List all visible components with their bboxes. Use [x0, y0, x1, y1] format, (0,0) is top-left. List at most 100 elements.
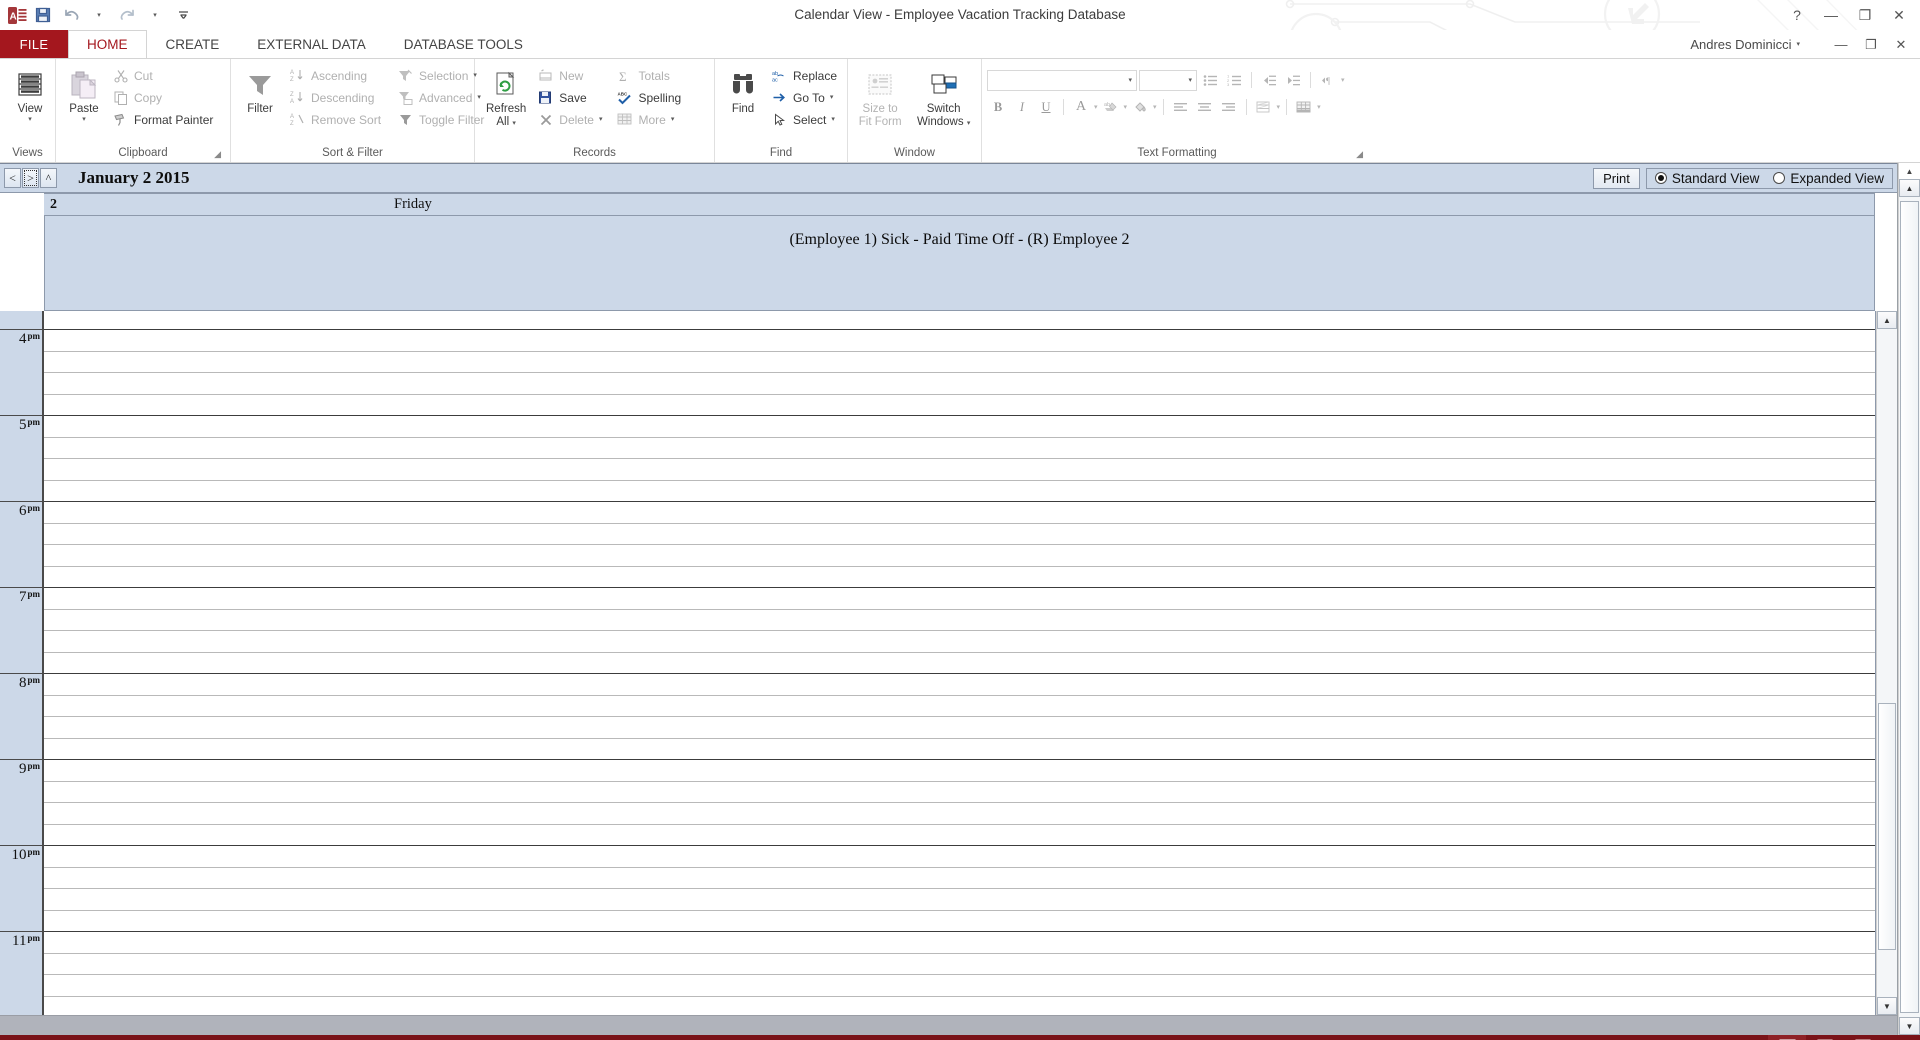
appointment-column[interactable]: [44, 311, 1876, 1015]
increase-indent-icon[interactable]: [1282, 69, 1304, 91]
more-button[interactable]: More ▾: [611, 109, 686, 130]
select-button[interactable]: Select ▾: [766, 109, 842, 130]
appointment-slot[interactable]: [44, 931, 1875, 1015]
form-view-button[interactable]: [1768, 1035, 1806, 1040]
scroll-up-arrow-icon[interactable]: ▲: [1877, 311, 1897, 329]
close-icon[interactable]: ✕: [1882, 2, 1916, 28]
align-center-icon[interactable]: [1194, 96, 1216, 118]
appointment-slot[interactable]: [44, 329, 1875, 415]
standard-view-option[interactable]: Standard View: [1655, 171, 1760, 186]
prev-day-button[interactable]: <: [4, 168, 21, 188]
horizontal-scrollbar[interactable]: [0, 1015, 1897, 1035]
tab-external-data[interactable]: EXTERNAL DATA: [238, 30, 385, 58]
text-highlight-icon[interactable]: ab: [1100, 96, 1122, 118]
appointment-subslot[interactable]: [44, 566, 1875, 588]
alternate-row-color-icon[interactable]: [1253, 96, 1275, 118]
alternate-row-color-caret-icon[interactable]: ▾: [1277, 104, 1281, 111]
view-button[interactable]: View ▾: [5, 64, 55, 126]
switch-windows-caret-icon[interactable]: ▾: [967, 120, 971, 127]
remove-sort-button[interactable]: AZ Remove Sort: [284, 109, 386, 130]
appointment-subslot[interactable]: [44, 652, 1875, 674]
view-caret-icon[interactable]: ▾: [28, 116, 32, 123]
filter-button[interactable]: Filter: [236, 64, 284, 119]
tab-database-tools[interactable]: DATABASE TOOLS: [385, 30, 542, 58]
background-color-caret-icon[interactable]: ▾: [1153, 104, 1157, 111]
delete-caret-icon[interactable]: ▾: [599, 116, 603, 123]
appointment-subslot[interactable]: [44, 630, 1875, 652]
design-view-button[interactable]: [1882, 1035, 1920, 1040]
paste-button[interactable]: Paste ▾: [61, 64, 107, 126]
tab-file[interactable]: FILE: [0, 30, 68, 58]
appointment-subslot[interactable]: [44, 888, 1875, 910]
appointment-subslot[interactable]: [44, 372, 1875, 394]
doc-scroll-track[interactable]: [1899, 197, 1920, 1017]
appointment-subslot[interactable]: [44, 480, 1875, 502]
more-caret-icon[interactable]: ▾: [671, 116, 675, 123]
font-color-caret-icon[interactable]: ▾: [1094, 104, 1098, 111]
font-name-caret-icon[interactable]: ▾: [1128, 77, 1132, 84]
align-right-icon[interactable]: [1218, 96, 1240, 118]
new-record-button[interactable]: New: [532, 65, 607, 86]
expanded-view-option[interactable]: Expanded View: [1773, 171, 1884, 186]
redo-caret-icon[interactable]: ▾: [142, 3, 168, 27]
totals-button[interactable]: Σ Totals: [611, 65, 686, 86]
ribbon-tab-strip[interactable]: FILE HOME CREATE EXTERNAL DATA DATABASE …: [0, 30, 1920, 59]
redo-icon[interactable]: [114, 3, 140, 27]
format-painter-button[interactable]: Format Painter: [107, 109, 218, 130]
appointment-subslot[interactable]: [44, 544, 1875, 566]
restore-icon[interactable]: ❐: [1848, 2, 1882, 28]
refresh-caret-icon[interactable]: ▾: [512, 120, 516, 127]
appointment-subslot[interactable]: [44, 738, 1875, 760]
appointment-subslot[interactable]: [44, 996, 1875, 1016]
text-direction-caret-icon[interactable]: ▾: [1341, 77, 1345, 84]
appointment-subslot[interactable]: [44, 458, 1875, 480]
scroll-thumb[interactable]: [1878, 703, 1896, 950]
appointment-subslot[interactable]: [44, 867, 1875, 889]
spelling-button[interactable]: ABC Spelling: [611, 87, 686, 108]
copy-button[interactable]: Copy: [107, 87, 218, 108]
align-left-icon[interactable]: [1170, 96, 1192, 118]
doc-scroll-up-arrow-icon[interactable]: ▲: [1899, 179, 1920, 197]
text-highlight-caret-icon[interactable]: ▾: [1124, 104, 1128, 111]
ribbon[interactable]: View ▾ Views Paste ▾: [0, 59, 1920, 163]
appointment-slot[interactable]: [44, 415, 1875, 501]
calendar-vertical-scrollbar[interactable]: ▲ ▼: [1876, 311, 1897, 1015]
appointment-slot[interactable]: [44, 587, 1875, 673]
appointment-slot-partial[interactable]: [44, 311, 1875, 329]
font-size-caret-icon[interactable]: ▾: [1188, 77, 1192, 84]
account-caret-icon[interactable]: ▾: [1796, 41, 1800, 48]
view-mode-options[interactable]: Standard View Expanded View: [1646, 168, 1893, 189]
doc-scroll-down-arrow-icon[interactable]: ▼: [1899, 1017, 1920, 1035]
clipboard-dialog-launcher-icon[interactable]: ◢: [214, 149, 221, 160]
appointment-subslot[interactable]: [44, 394, 1875, 416]
delete-button[interactable]: Delete ▾: [532, 109, 607, 130]
find-button[interactable]: Find: [720, 64, 766, 119]
text-direction-icon[interactable]: ¶: [1317, 69, 1339, 91]
appointment-slot[interactable]: [44, 845, 1875, 931]
ribbon-collapse-icon[interactable]: ▲: [1899, 163, 1920, 179]
appointment-subslot[interactable]: [44, 437, 1875, 459]
expanded-view-radio-icon[interactable]: [1773, 172, 1785, 184]
customize-qat-icon[interactable]: [170, 3, 196, 27]
appointment-subslot[interactable]: [44, 824, 1875, 846]
appointment-subslot[interactable]: [44, 910, 1875, 932]
sort-ascending-button[interactable]: AZ Ascending: [284, 65, 386, 86]
switch-windows-button[interactable]: Switch Windows ▾: [911, 64, 976, 132]
quick-access-toolbar[interactable]: A ▾ ▾: [0, 3, 196, 27]
user-account[interactable]: Andres Dominicci ▾: [1690, 30, 1800, 59]
underline-icon[interactable]: U: [1035, 96, 1057, 118]
select-caret-icon[interactable]: ▾: [831, 116, 835, 123]
appointment-slot[interactable]: [44, 673, 1875, 759]
sort-descending-button[interactable]: ZA Descending: [284, 87, 386, 108]
bold-icon[interactable]: B: [987, 96, 1009, 118]
standard-view-radio-icon[interactable]: [1655, 172, 1667, 184]
doc-close-icon[interactable]: ✕: [1886, 34, 1916, 56]
help-icon[interactable]: ?: [1780, 2, 1814, 28]
scroll-down-arrow-icon[interactable]: ▼: [1877, 997, 1897, 1015]
replace-button[interactable]: ab ac Replace: [766, 65, 842, 86]
print-button[interactable]: Print: [1593, 168, 1640, 189]
appointment-subslot[interactable]: [44, 974, 1875, 996]
gridlines-caret-icon[interactable]: ▾: [1317, 104, 1321, 111]
all-day-event-area[interactable]: (Employee 1) Sick - Paid Time Off - (R) …: [44, 216, 1875, 311]
text-formatting-dialog-launcher-icon[interactable]: ◢: [1356, 149, 1363, 160]
